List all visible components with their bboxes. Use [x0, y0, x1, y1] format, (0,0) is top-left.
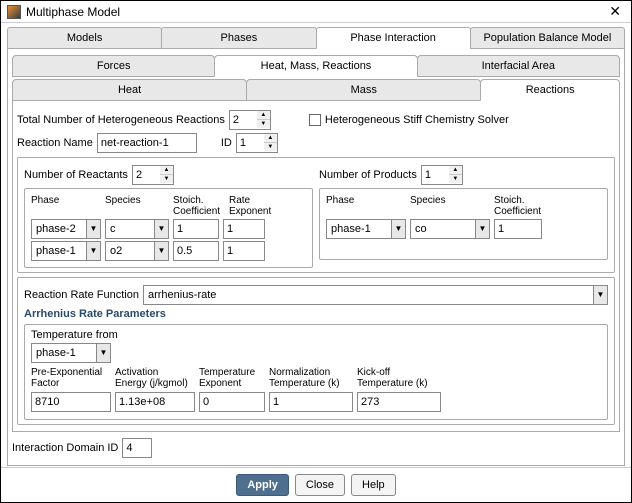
titlebar: Multiphase Model ✕ [1, 1, 631, 23]
reactant-stoich-input[interactable] [173, 241, 219, 261]
reactions-panel: Total Number of Heterogeneous Reactions … [12, 101, 620, 432]
chevron-down-icon: ▼ [154, 242, 168, 260]
reaction-id-input[interactable] [236, 133, 264, 153]
total-hetero-spinner[interactable]: ▲▼ [229, 110, 271, 130]
domain-id-input[interactable] [122, 438, 152, 458]
arr-header-preexp: Pre-Exponential Factor [31, 367, 111, 389]
reactants-column: Number of Reactants ▲▼ Phase Species Sto… [24, 162, 313, 268]
products-header-phase: Phase [326, 195, 406, 217]
num-products-label: Number of Products [319, 169, 417, 181]
num-reactants-label: Number of Reactants [24, 169, 128, 181]
spin-down-icon[interactable]: ▼ [160, 175, 173, 183]
products-header-species: Species [410, 195, 490, 217]
tab-phases[interactable]: Phases [161, 27, 316, 49]
product-phase-select[interactable]: phase-1▼ [326, 219, 406, 239]
button-row: Apply Close Help [1, 467, 631, 496]
spin-down-icon[interactable]: ▼ [264, 143, 277, 151]
close-icon[interactable]: ✕ [605, 3, 625, 20]
reactant-rate-input[interactable] [223, 241, 265, 261]
arr-preexp-input[interactable] [31, 392, 111, 412]
arr-header-texp: Temperature Exponent [199, 367, 265, 389]
products-header-stoich: Stoich. Coefficient [494, 195, 548, 217]
tab-mass[interactable]: Mass [246, 79, 481, 101]
reactants-header-rate: Rate Exponent [229, 195, 277, 217]
arr-header-norm: Normalization Temperature (k) [269, 367, 353, 389]
arr-texp-input[interactable] [199, 392, 265, 412]
tab-population-balance[interactable]: Population Balance Model [470, 27, 625, 49]
product-stoich-input[interactable] [494, 219, 542, 239]
reactant-phase-select[interactable]: phase-2▼ [31, 219, 101, 239]
tab-heat[interactable]: Heat [12, 79, 247, 101]
reactant-row: phase-2▼ c▼ [31, 219, 306, 239]
arr-kick-input[interactable] [357, 392, 441, 412]
reaction-id-label: ID [221, 137, 232, 149]
arr-header-kick: Kick-off Temperature (k) [357, 367, 441, 389]
tab-models[interactable]: Models [7, 27, 162, 49]
tabs-main: Models Phases Phase Interaction Populati… [7, 27, 625, 49]
arr-norm-input[interactable] [269, 392, 353, 412]
spin-up-icon[interactable]: ▲ [160, 166, 173, 175]
tabs-sub2: Heat Mass Reactions [12, 79, 620, 101]
reactant-species-select[interactable]: c▼ [105, 219, 169, 239]
reactant-phase-select[interactable]: phase-1▼ [31, 241, 101, 261]
arr-activation-input[interactable] [115, 392, 195, 412]
tab-forces[interactable]: Forces [12, 55, 215, 77]
chevron-down-icon: ▼ [86, 242, 100, 260]
reaction-name-input[interactable] [97, 133, 197, 153]
reactants-header-stoich: Stoich. Coefficient [173, 195, 225, 217]
tab-heat-mass-reactions[interactable]: Heat, Mass, Reactions [214, 55, 417, 77]
num-products-input[interactable] [421, 165, 449, 185]
reaction-name-label: Reaction Name [17, 137, 93, 149]
chevron-down-icon: ▼ [391, 220, 405, 238]
chevron-down-icon: ▼ [96, 344, 110, 362]
help-button[interactable]: Help [351, 474, 396, 496]
reactant-stoich-input[interactable] [173, 219, 219, 239]
num-reactants-spinner[interactable]: ▲▼ [132, 165, 174, 185]
temp-from-select[interactable]: phase-1▼ [31, 343, 111, 363]
app-icon [7, 5, 21, 19]
spin-down-icon[interactable]: ▼ [449, 175, 462, 183]
chevron-down-icon: ▼ [86, 220, 100, 238]
multiphase-model-window: Multiphase Model ✕ Models Phases Phase I… [0, 0, 632, 503]
stiff-solver-checkbox[interactable] [309, 114, 321, 126]
chevron-down-icon: ▼ [475, 220, 489, 238]
spin-up-icon[interactable]: ▲ [257, 111, 270, 120]
product-species-select[interactable]: co▼ [410, 219, 490, 239]
num-products-spinner[interactable]: ▲▼ [421, 165, 463, 185]
tab-reactions[interactable]: Reactions [480, 79, 620, 101]
domain-id-label: Interaction Domain ID [12, 442, 118, 454]
stiff-solver-label: Heterogeneous Stiff Chemistry Solver [325, 114, 509, 126]
products-column: Number of Products ▲▼ Phase Species Stoi… [319, 162, 608, 268]
spin-down-icon[interactable]: ▼ [257, 120, 270, 128]
reactant-species-select[interactable]: o2▼ [105, 241, 169, 261]
arrhenius-title: Arrhenius Rate Parameters [24, 308, 608, 320]
close-button[interactable]: Close [295, 474, 345, 496]
rate-function-label: Reaction Rate Function [24, 289, 139, 301]
total-hetero-input[interactable] [229, 110, 257, 130]
rate-function-select[interactable]: arrhenius-rate▼ [143, 285, 608, 305]
product-row: phase-1▼ co▼ [326, 219, 601, 239]
window-title: Multiphase Model [26, 5, 605, 19]
apply-button[interactable]: Apply [236, 474, 289, 496]
spin-up-icon[interactable]: ▲ [449, 166, 462, 175]
tab-interfacial-area[interactable]: Interfacial Area [417, 55, 620, 77]
tab-phase-interaction[interactable]: Phase Interaction [316, 27, 471, 49]
reaction-id-spinner[interactable]: ▲▼ [236, 133, 278, 153]
reactant-row: phase-1▼ o2▼ [31, 241, 306, 261]
rate-function-group: Reaction Rate Function arrhenius-rate▼ A… [17, 277, 615, 425]
chevron-down-icon: ▼ [154, 220, 168, 238]
spin-up-icon[interactable]: ▲ [264, 134, 277, 143]
reactants-products-group: Number of Reactants ▲▼ Phase Species Sto… [17, 157, 615, 273]
phase-interaction-panel: Forces Heat, Mass, Reactions Interfacial… [7, 49, 625, 466]
temp-from-label: Temperature from [31, 329, 601, 341]
total-hetero-label: Total Number of Heterogeneous Reactions [17, 114, 225, 126]
chevron-down-icon: ▼ [593, 286, 607, 304]
reactants-header-species: Species [105, 195, 169, 217]
reactant-rate-input[interactable] [223, 219, 265, 239]
reactants-header-phase: Phase [31, 195, 101, 217]
num-reactants-input[interactable] [132, 165, 160, 185]
arr-header-activation: Activation Energy (j/kgmol) [115, 367, 195, 389]
tabs-sub1: Forces Heat, Mass, Reactions Interfacial… [12, 55, 620, 77]
